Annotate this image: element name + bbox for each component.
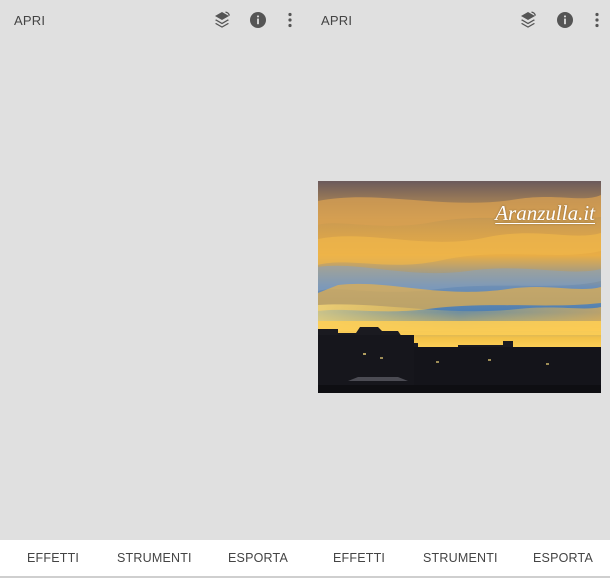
bottom-tab-bar: EFFETTI STRUMENTI ESPORTA <box>0 540 305 578</box>
info-icon[interactable] <box>556 11 574 29</box>
layers-stack-icon[interactable] <box>213 11 231 29</box>
watermark-text: Aranzulla.it <box>495 201 595 225</box>
more-vertical-icon[interactable] <box>281 11 299 29</box>
bottom-tab-bar: EFFETTI STRUMENTI ESPORTA <box>305 540 610 578</box>
tab-export[interactable]: ESPORTA <box>228 551 288 565</box>
editor-panel-right: APRI Aranzulla.it EFFETTI STRUMENTI ESPO… <box>305 0 610 578</box>
open-button[interactable]: APRI <box>321 13 352 28</box>
more-vertical-icon[interactable] <box>588 11 606 29</box>
tab-effects[interactable]: EFFETTI <box>333 551 385 565</box>
tab-tools[interactable]: STRUMENTI <box>423 551 498 565</box>
top-app-bar: APRI <box>0 0 305 40</box>
editor-panel-left: APRI EFFETTI STRUMENTI ESPORTA <box>0 0 305 578</box>
layers-stack-icon[interactable] <box>519 11 537 29</box>
top-app-bar: APRI <box>305 0 610 40</box>
tab-tools[interactable]: STRUMENTI <box>117 551 192 565</box>
tab-export[interactable]: ESPORTA <box>533 551 593 565</box>
open-button[interactable]: APRI <box>14 13 45 28</box>
edited-photo[interactable]: Aranzulla.it <box>318 181 601 393</box>
info-icon[interactable] <box>249 11 267 29</box>
tab-effects[interactable]: EFFETTI <box>27 551 79 565</box>
